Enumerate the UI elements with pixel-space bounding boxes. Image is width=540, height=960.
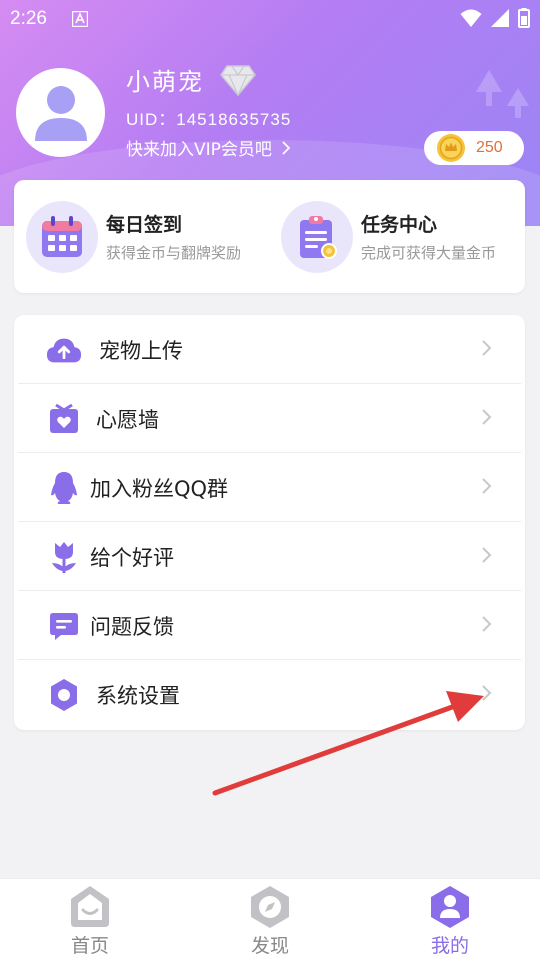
vip-link[interactable]: 快来加入VIP会员吧 — [126, 135, 291, 160]
clipboard-icon — [300, 215, 337, 259]
chevron-right-icon — [482, 409, 492, 425]
coin-balance-badge[interactable]: 250 — [424, 131, 524, 165]
task-center[interactable]: 任务中心 完成可获得大量金币 — [281, 180, 496, 293]
cloud-upload-icon — [46, 333, 82, 367]
task-center-subtitle: 完成可获得大量金币 — [361, 244, 497, 262]
profile-icon — [400, 885, 500, 929]
message-icon — [46, 609, 82, 643]
notification-a-icon — [72, 11, 88, 27]
status-bar: 2:26 — [0, 0, 540, 38]
menu-item-pet-upload[interactable]: 宠物上传 — [18, 315, 521, 384]
menu-item-label: 给个好评 — [90, 546, 174, 570]
compass-icon — [220, 885, 320, 929]
chevron-right-icon — [282, 141, 291, 155]
menu-item-wish-wall[interactable]: 心愿墙 — [18, 384, 521, 453]
chevron-right-icon — [482, 478, 492, 494]
tab-discover[interactable]: 发现 — [220, 885, 320, 958]
menu-item-settings[interactable]: 系统设置 — [18, 660, 521, 729]
chevron-right-icon — [482, 340, 492, 356]
gold-coin-icon — [437, 134, 465, 162]
menu-list: 宠物上传 心愿墙 加入粉丝QQ群 给个好评 问题反馈 系统设置 — [14, 315, 525, 730]
tab-home[interactable]: 首页 — [40, 885, 140, 958]
daily-checkin[interactable]: 每日签到 获得金币与翻牌奖励 — [26, 180, 241, 293]
task-center-title: 任务中心 — [361, 214, 438, 236]
tree-decoration-icon — [507, 88, 529, 118]
task-card: 每日签到 获得金币与翻牌奖励 任务中心 完成可获得大量金币 — [14, 180, 525, 293]
menu-item-rate-app[interactable]: 给个好评 — [18, 522, 521, 591]
daily-checkin-subtitle: 获得金币与翻牌奖励 — [106, 244, 242, 262]
daily-checkin-title: 每日签到 — [106, 214, 183, 236]
tab-mine[interactable]: 我的 — [400, 885, 500, 958]
menu-item-feedback[interactable]: 问题反馈 — [18, 591, 521, 660]
qq-penguin-icon — [46, 471, 82, 505]
tree-decoration-icon — [476, 70, 502, 106]
tab-mine-label: 我的 — [430, 935, 469, 957]
tulip-icon — [46, 540, 82, 574]
menu-item-label: 系统设置 — [96, 684, 180, 708]
bottom-tab-bar: 首页 发现 我的 — [0, 878, 540, 960]
user-uid: UID：14518635735 — [126, 110, 292, 129]
menu-item-label: 宠物上传 — [99, 339, 183, 363]
vip-link-label: 快来加入VIP会员吧 — [126, 140, 272, 160]
menu-item-qq-group[interactable]: 加入粉丝QQ群 — [18, 453, 521, 522]
menu-item-label: 加入粉丝QQ群 — [90, 477, 229, 501]
home-icon — [40, 885, 140, 929]
gear-icon — [46, 678, 82, 712]
avatar[interactable] — [16, 68, 105, 157]
menu-item-label: 问题反馈 — [90, 615, 174, 639]
chevron-right-icon — [482, 547, 492, 563]
username: 小萌宠 — [126, 68, 204, 96]
tab-home-label: 首页 — [70, 935, 109, 957]
status-time: 2:26 — [10, 8, 47, 29]
daily-checkin-icon-wrap — [26, 200, 98, 273]
task-center-icon-wrap — [281, 200, 353, 273]
chevron-right-icon — [482, 685, 492, 701]
signal-icon — [491, 9, 509, 27]
battery-icon — [518, 8, 530, 28]
coin-balance: 250 — [476, 139, 503, 156]
diamond-vip-icon — [220, 65, 256, 96]
gift-heart-icon — [46, 402, 82, 436]
menu-item-label: 心愿墙 — [96, 408, 159, 432]
tab-discover-label: 发现 — [250, 935, 289, 957]
user-avatar-icon — [34, 85, 87, 141]
chevron-right-icon — [482, 616, 492, 632]
calendar-icon — [42, 215, 82, 257]
wifi-icon — [460, 9, 482, 27]
